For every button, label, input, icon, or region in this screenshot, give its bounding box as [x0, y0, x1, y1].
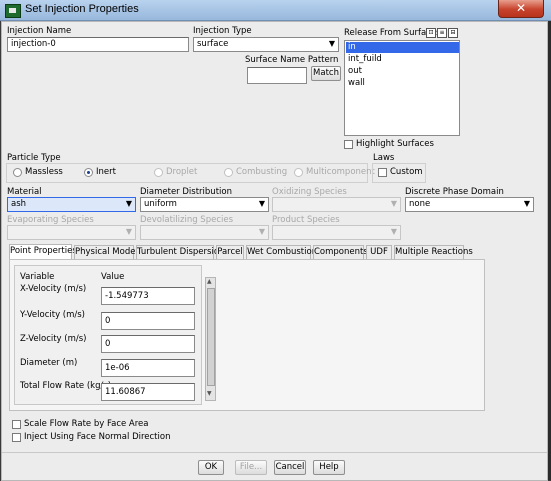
- divider: [2, 452, 547, 453]
- injection-type-select[interactable]: surface ▼: [193, 37, 339, 52]
- particle-type-label: Particle Type: [7, 153, 61, 163]
- injection-name-label: Injection Name: [7, 26, 72, 36]
- devolatilizing-species-select[interactable]: ▼: [140, 225, 269, 240]
- discrete-phase-domain-select[interactable]: none ▼: [405, 197, 534, 212]
- list-item[interactable]: int_fuild: [346, 54, 459, 65]
- file-button[interactable]: File...: [235, 460, 267, 475]
- tab-point-properties[interactable]: Point Properties: [9, 244, 77, 259]
- surface-name-pattern-label: Surface Name Pattern: [245, 55, 339, 65]
- z-velocity-input[interactable]: 0: [101, 335, 195, 353]
- z-velocity-label: Z-Velocity (m/s): [20, 334, 87, 344]
- tab-physical-models[interactable]: Physical Models: [74, 245, 142, 259]
- droplet-label: Droplet: [166, 167, 198, 177]
- chevron-down-icon: ▼: [328, 39, 335, 48]
- list-item[interactable]: wall: [346, 78, 459, 89]
- diameter-label: Diameter (m): [20, 358, 78, 368]
- devolatilizing-species-label: Devolatilizing Species: [140, 215, 234, 225]
- list-filter-icon[interactable]: ≡: [437, 28, 447, 38]
- y-velocity-label: Y-Velocity (m/s): [20, 310, 86, 320]
- tab-turbulent-dispersion[interactable]: Turbulent Dispersion: [136, 245, 224, 259]
- properties-scrollbar[interactable]: ▲ ▼: [205, 277, 216, 401]
- discrete-phase-domain-label: Discrete Phase Domain: [405, 187, 504, 197]
- tab-parcel[interactable]: Parcel: [216, 245, 244, 259]
- massless-radio[interactable]: [13, 168, 22, 177]
- material-select[interactable]: ash ▼: [7, 197, 136, 212]
- select-all-icon[interactable]: ⊡: [426, 28, 436, 38]
- droplet-radio[interactable]: [154, 168, 163, 177]
- scale-flow-rate-label: Scale Flow Rate by Face Area: [24, 419, 149, 429]
- chevron-down-icon: ▼: [125, 199, 132, 208]
- inert-radio[interactable]: [84, 168, 93, 177]
- chevron-down-icon: ▼: [125, 227, 132, 236]
- injection-type-value: surface: [197, 39, 229, 49]
- diameter-input[interactable]: 1e-06: [101, 359, 195, 377]
- cancel-button[interactable]: Cancel: [274, 460, 306, 475]
- variable-header: Variable: [20, 272, 55, 282]
- inject-face-normal-checkbox[interactable]: [12, 433, 21, 442]
- oxidizing-species-label: Oxidizing Species: [272, 187, 347, 197]
- scroll-down-icon[interactable]: ▼: [207, 390, 212, 397]
- inject-face-normal-label: Inject Using Face Normal Direction: [24, 432, 171, 442]
- highlight-surfaces-label: Highlight Surfaces: [356, 139, 434, 149]
- chevron-down-icon: ▼: [258, 199, 265, 208]
- massless-label: Massless: [25, 167, 63, 177]
- chevron-down-icon: ▼: [390, 199, 397, 208]
- scroll-thumb[interactable]: [207, 288, 215, 386]
- match-button[interactable]: Match: [311, 66, 341, 81]
- material-value: ash: [11, 199, 27, 209]
- product-species-label: Product Species: [272, 215, 340, 225]
- scale-flow-rate-checkbox[interactable]: [12, 420, 21, 429]
- combusting-label: Combusting: [236, 167, 288, 177]
- custom-laws-label: Custom: [390, 167, 423, 177]
- app-icon: [5, 4, 21, 18]
- title-bar[interactable]: Set Injection Properties ✕: [0, 0, 551, 21]
- diameter-distribution-value: uniform: [144, 199, 177, 209]
- multicomponent-label: Multicomponent: [306, 167, 375, 177]
- custom-laws-checkbox[interactable]: [378, 168, 387, 177]
- total-flow-rate-label: Total Flow Rate (kg/s): [20, 381, 112, 391]
- tab-udf[interactable]: UDF: [366, 245, 392, 259]
- surface-name-pattern-input[interactable]: [247, 67, 307, 84]
- total-flow-rate-input[interactable]: 11.60867: [101, 383, 195, 401]
- injection-type-label: Injection Type: [193, 26, 252, 36]
- chevron-down-icon: ▼: [523, 199, 530, 208]
- x-velocity-input[interactable]: -1.549773: [101, 287, 195, 305]
- product-species-select[interactable]: ▼: [272, 225, 401, 240]
- tab-wet-combustion[interactable]: Wet Combustion: [246, 245, 317, 259]
- x-velocity-label: X-Velocity (m/s): [20, 284, 87, 294]
- chevron-down-icon: ▼: [258, 227, 265, 236]
- y-velocity-input[interactable]: 0: [101, 312, 195, 330]
- diameter-distribution-label: Diameter Distribution: [140, 187, 232, 197]
- chevron-down-icon: ▼: [390, 227, 397, 236]
- multicomponent-radio[interactable]: [294, 168, 303, 177]
- evaporating-species-select[interactable]: ▼: [7, 225, 136, 240]
- ok-button[interactable]: OK: [198, 460, 224, 475]
- window-title: Set Injection Properties: [25, 3, 139, 15]
- list-item[interactable]: out: [346, 66, 459, 77]
- dialog-body: Injection Name injection-0 Injection Typ…: [1, 21, 548, 481]
- tab-components[interactable]: Components: [313, 245, 368, 259]
- combusting-radio[interactable]: [224, 168, 233, 177]
- value-header: Value: [101, 272, 125, 282]
- scroll-up-icon[interactable]: ▲: [207, 278, 212, 285]
- oxidizing-species-select[interactable]: ▼: [272, 197, 401, 212]
- material-label: Material: [7, 187, 42, 197]
- highlight-surfaces-checkbox[interactable]: [344, 140, 353, 149]
- release-surfaces-list[interactable]: in int_fuild out wall: [344, 40, 460, 136]
- laws-label: Laws: [373, 153, 395, 163]
- help-button[interactable]: Help: [313, 460, 345, 475]
- tab-multiple-reactions[interactable]: Multiple Reactions: [394, 245, 473, 259]
- deselect-all-icon[interactable]: ⊟: [448, 28, 458, 38]
- diameter-distribution-select[interactable]: uniform ▼: [140, 197, 269, 212]
- evaporating-species-label: Evaporating Species: [7, 215, 94, 225]
- inert-label: Inert: [96, 167, 116, 177]
- close-button[interactable]: ✕: [498, 0, 544, 18]
- list-item[interactable]: in: [346, 42, 459, 53]
- discrete-phase-domain-value: none: [409, 199, 431, 209]
- injection-name-input[interactable]: injection-0: [7, 37, 189, 52]
